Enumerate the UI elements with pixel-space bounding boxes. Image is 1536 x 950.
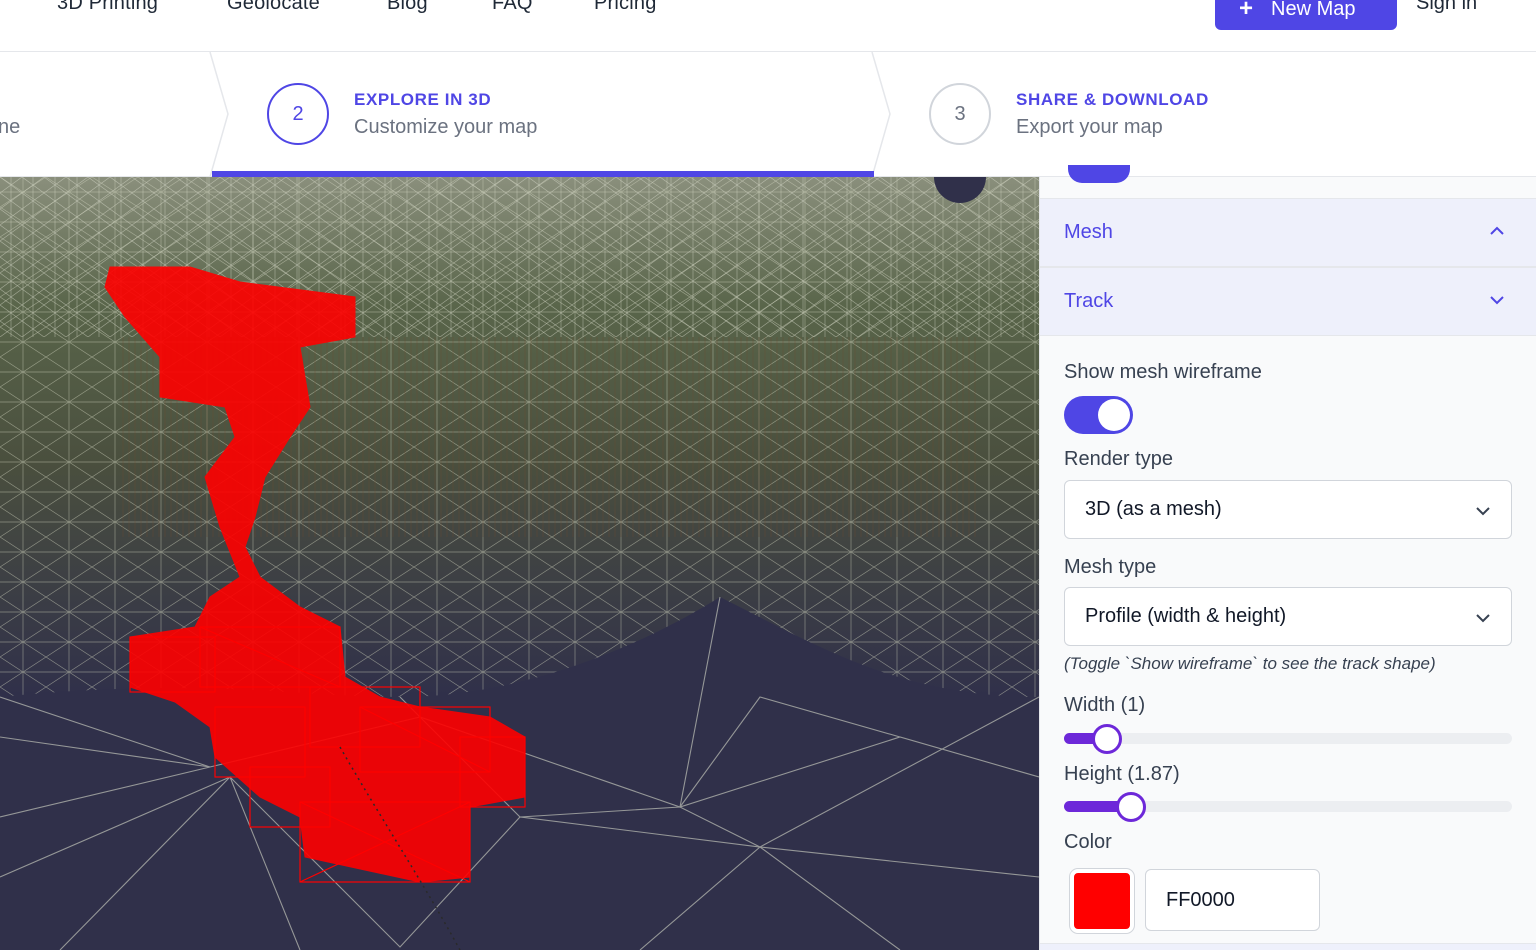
toggle-switch-partial[interactable] bbox=[1068, 165, 1130, 183]
terrain-mesh-canvas bbox=[0, 177, 1039, 950]
height-slider[interactable] bbox=[1064, 792, 1512, 822]
nav-link-blog[interactable]: Blog bbox=[387, 0, 428, 15]
step-3-subtitle: Export your map bbox=[1016, 116, 1163, 138]
render-type-label: Render type bbox=[1064, 448, 1173, 470]
chevron-down-icon bbox=[1476, 507, 1490, 516]
render-type-value: 3D (as a mesh) bbox=[1085, 498, 1222, 520]
mesh-type-label: Mesh type bbox=[1064, 556, 1157, 578]
chevron-down-icon bbox=[1476, 614, 1490, 623]
map-3d-viewport[interactable] bbox=[0, 177, 1039, 950]
steps-bar: ne 2 EXPLORE IN 3D Customize your map 3 … bbox=[0, 52, 1536, 177]
step-3[interactable]: 3 SHARE & DOWNLOAD Export your map bbox=[874, 52, 1536, 177]
section-mesh-header[interactable]: Mesh bbox=[1040, 198, 1536, 267]
new-map-button[interactable]: + New Map bbox=[1215, 0, 1397, 30]
panel-next-section bbox=[1040, 943, 1536, 950]
settings-panel: Mesh Track Show mesh wireframe Render ty… bbox=[1039, 165, 1536, 950]
color-label: Color bbox=[1064, 831, 1112, 853]
step-2[interactable]: 2 EXPLORE IN 3D Customize your map bbox=[212, 52, 874, 177]
nav-link-geolocate[interactable]: Geolocate bbox=[227, 0, 320, 15]
nav-link-3d-printing[interactable]: 3D Printing bbox=[57, 0, 158, 15]
step-2-title: EXPLORE IN 3D bbox=[354, 90, 492, 109]
height-label: Height (1.87) bbox=[1064, 763, 1180, 785]
step-3-circle: 3 bbox=[929, 83, 991, 145]
plus-icon: + bbox=[1239, 0, 1254, 22]
mesh-type-value: Profile (width & height) bbox=[1085, 605, 1287, 627]
step-1[interactable]: ne bbox=[0, 52, 212, 177]
section-track-label: Track bbox=[1064, 290, 1114, 312]
width-slider-thumb[interactable] bbox=[1092, 724, 1122, 754]
step-1-subtitle: ne bbox=[0, 116, 21, 138]
toggle-knob bbox=[1098, 399, 1130, 431]
top-nav: 3D Printing Geolocate Blog FAQ Pricing +… bbox=[0, 0, 1536, 52]
nav-link-pricing[interactable]: Pricing bbox=[594, 0, 657, 15]
new-map-label: New Map bbox=[1271, 0, 1356, 20]
show-wireframe-label: Show mesh wireframe bbox=[1064, 361, 1262, 383]
width-slider[interactable] bbox=[1064, 724, 1512, 754]
step-2-subtitle: Customize your map bbox=[354, 116, 538, 138]
width-label: Width (1) bbox=[1064, 694, 1146, 716]
color-hex-input[interactable]: FF0000 bbox=[1145, 869, 1320, 931]
sign-in-link[interactable]: Sign in bbox=[1416, 0, 1477, 15]
section-mesh-label: Mesh bbox=[1064, 221, 1113, 243]
show-wireframe-toggle[interactable] bbox=[1064, 396, 1133, 434]
chevron-down-icon bbox=[1490, 296, 1504, 305]
step-3-title: SHARE & DOWNLOAD bbox=[1016, 90, 1209, 109]
render-type-select[interactable]: 3D (as a mesh) bbox=[1064, 480, 1512, 539]
step-2-circle: 2 bbox=[267, 83, 329, 145]
mesh-type-hint: (Toggle `Show wireframe` to see the trac… bbox=[1064, 654, 1436, 673]
chevron-up-icon bbox=[1490, 226, 1504, 235]
color-hex-value: FF0000 bbox=[1166, 888, 1235, 911]
mesh-type-select[interactable]: Profile (width & height) bbox=[1064, 587, 1512, 646]
color-swatch[interactable] bbox=[1070, 869, 1134, 933]
height-slider-thumb[interactable] bbox=[1116, 792, 1146, 822]
section-track-header[interactable]: Track bbox=[1040, 267, 1536, 336]
nav-link-faq[interactable]: FAQ bbox=[492, 0, 533, 15]
